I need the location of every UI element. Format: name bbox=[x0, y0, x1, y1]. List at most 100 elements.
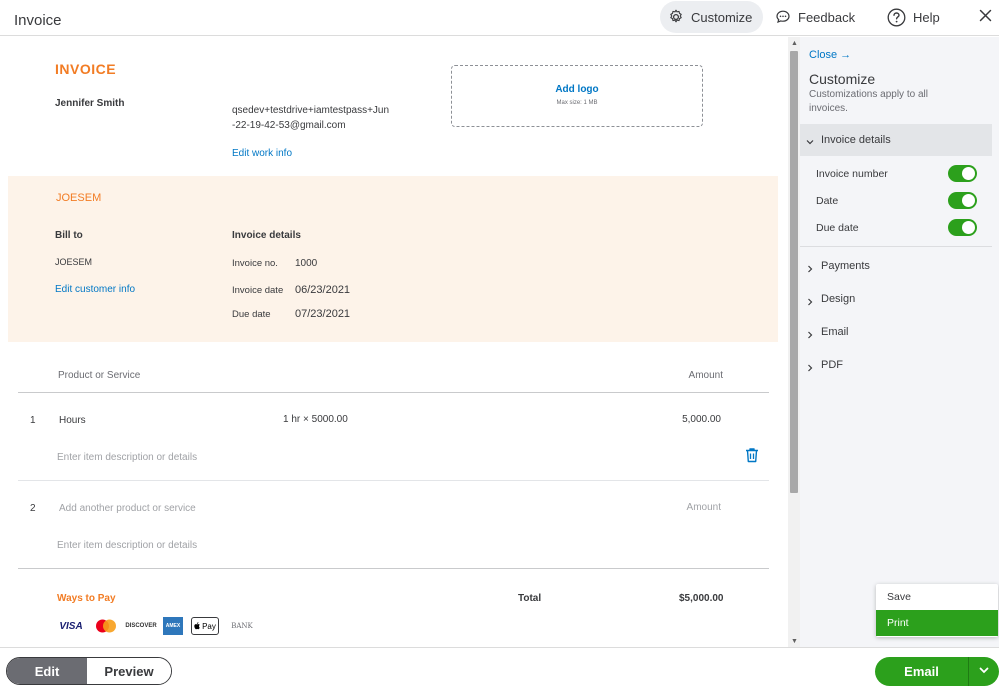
chevron-right-icon bbox=[805, 327, 815, 345]
toggle-label: Invoice number bbox=[816, 168, 888, 180]
section-label: Design bbox=[821, 293, 856, 305]
section-label: Invoice details bbox=[821, 134, 891, 146]
invoice-date-value[interactable]: 06/23/2021 bbox=[295, 284, 350, 296]
menu-item-print[interactable]: Print bbox=[876, 610, 998, 636]
chevron-down-icon bbox=[978, 663, 990, 681]
help-label: Help bbox=[913, 9, 940, 25]
toggle-label: Date bbox=[816, 195, 839, 207]
visa-icon: VISA bbox=[59, 620, 83, 632]
invoice-canvas: INVOICE Jennifer Smith qsedev+testdrive+… bbox=[0, 37, 788, 647]
bill-to-label: Bill to bbox=[55, 230, 83, 241]
company-name[interactable]: Jennifer Smith bbox=[55, 98, 124, 109]
section-payments[interactable]: Payments bbox=[800, 257, 992, 277]
customize-label: Customize bbox=[691, 9, 753, 25]
customize-panel: Close → Customize Customizations apply t… bbox=[800, 37, 999, 647]
panel-subtitle: Customizations apply to all invoices. bbox=[809, 89, 928, 114]
due-date-label: Due date bbox=[232, 309, 271, 320]
edit-preview-toggle: Edit Preview bbox=[6, 657, 172, 685]
section-pdf[interactable]: PDF bbox=[800, 356, 992, 376]
line-product[interactable]: Hours bbox=[59, 415, 86, 426]
chevron-right-icon bbox=[805, 261, 815, 279]
email-split-button: Email bbox=[875, 657, 999, 686]
close-panel-link[interactable]: Close → bbox=[809, 49, 851, 61]
email-button[interactable]: Email bbox=[875, 657, 969, 686]
invoice-date-row[interactable]: Invoice date 06/23/2021 bbox=[232, 284, 350, 296]
bill-to-name: JOESEM bbox=[55, 257, 93, 267]
line-number: 2 bbox=[30, 503, 36, 514]
toggle-label: Due date bbox=[816, 222, 859, 234]
preview-mode-button[interactable]: Preview bbox=[87, 658, 171, 684]
customize-button[interactable]: Customize bbox=[660, 1, 763, 33]
edit-work-info-link[interactable]: Edit work info bbox=[232, 148, 292, 159]
mastercard-icon bbox=[93, 617, 119, 635]
invoice-number-toggle[interactable] bbox=[948, 165, 977, 182]
line-amount[interactable]: 5,000.00 bbox=[682, 414, 721, 425]
payment-methods[interactable]: VISA DISCOVER AMEX Pay BANK bbox=[57, 617, 257, 635]
feedback-button[interactable]: Feedback bbox=[775, 0, 855, 34]
logo-max-size: Max size: 1 MB bbox=[556, 100, 598, 106]
trash-icon[interactable] bbox=[745, 447, 759, 468]
edit-customer-info-link[interactable]: Edit customer info bbox=[55, 284, 135, 295]
ways-to-pay-label: Ways to Pay bbox=[57, 593, 116, 604]
scrollbar-thumb[interactable] bbox=[790, 51, 798, 493]
line-quantity-rate[interactable]: 1 hr × 5000.00 bbox=[283, 414, 348, 425]
gear-icon bbox=[668, 9, 684, 25]
line-items-header: Product or Service Amount bbox=[18, 367, 769, 393]
question-circle-icon bbox=[887, 8, 906, 27]
discover-icon: DISCOVER bbox=[125, 623, 157, 629]
invoice-number-row[interactable]: Invoice no. 1000 bbox=[232, 258, 317, 269]
column-amount: Amount bbox=[688, 370, 723, 381]
chevron-right-icon bbox=[805, 294, 815, 312]
column-product: Product or Service bbox=[58, 370, 141, 381]
company-email[interactable]: qsedev+testdrive+iamtestpass+Jun-22-19-4… bbox=[232, 103, 392, 133]
section-label: Email bbox=[821, 326, 849, 338]
add-logo-box[interactable]: Add logo Max size: 1 MB bbox=[451, 65, 703, 127]
customer-name-heading[interactable]: JOESEM bbox=[56, 192, 101, 204]
section-email[interactable]: Email bbox=[800, 323, 992, 343]
edit-mode-button[interactable]: Edit bbox=[7, 658, 87, 684]
total-value: $5,000.00 bbox=[679, 593, 724, 604]
vertical-scrollbar[interactable]: ▲ ▼ bbox=[788, 37, 800, 647]
scroll-down-icon[interactable]: ▼ bbox=[791, 638, 798, 645]
add-product-input[interactable]: Add another product or service bbox=[59, 503, 196, 514]
section-label: Payments bbox=[821, 260, 870, 272]
table-row[interactable]: 1 Hours 1 hr × 5000.00 5,000.00 Enter it… bbox=[18, 409, 769, 481]
invoice-date-label: Invoice date bbox=[232, 285, 284, 296]
line-description-input[interactable]: Enter item description or details bbox=[57, 452, 197, 463]
table-row[interactable]: 2 Add another product or service Amount … bbox=[18, 497, 769, 569]
date-toggle[interactable] bbox=[948, 192, 977, 209]
chat-bubble-icon bbox=[775, 9, 791, 25]
invoice-details-title: Invoice details bbox=[232, 230, 301, 241]
toggle-row-date: Date bbox=[816, 192, 977, 212]
customer-section: JOESEM Bill to JOESEM Edit customer info… bbox=[8, 176, 778, 342]
divider bbox=[800, 246, 992, 247]
scroll-up-icon[interactable]: ▲ bbox=[791, 40, 798, 47]
email-options-menu: Save Print bbox=[876, 584, 998, 637]
add-logo-label: Add logo bbox=[555, 84, 599, 95]
close-icon bbox=[979, 9, 992, 25]
close-window-button[interactable] bbox=[979, 0, 992, 34]
panel-title: Customize bbox=[809, 71, 876, 87]
due-date-row[interactable]: Due date 07/23/2021 bbox=[232, 308, 350, 320]
toggle-row-due-date: Due date bbox=[816, 219, 977, 239]
menu-item-save[interactable]: Save bbox=[876, 584, 998, 610]
line-description-input[interactable]: Enter item description or details bbox=[57, 540, 197, 551]
amount-input[interactable]: Amount bbox=[687, 502, 721, 513]
toggle-row-invoice-number: Invoice number bbox=[816, 165, 977, 185]
due-date-toggle[interactable] bbox=[948, 219, 977, 236]
invoice-number-label: Invoice no. bbox=[232, 258, 278, 269]
due-date-value[interactable]: 07/23/2021 bbox=[295, 308, 350, 320]
chevron-right-icon bbox=[805, 360, 815, 378]
amex-icon: AMEX bbox=[163, 617, 183, 635]
feedback-label: Feedback bbox=[798, 9, 856, 25]
invoice-title: INVOICE bbox=[55, 61, 117, 77]
bottom-bar: Edit Preview Email bbox=[0, 647, 999, 690]
help-button[interactable]: Help bbox=[887, 0, 940, 34]
bank-icon: BANK bbox=[231, 622, 253, 630]
section-invoice-details[interactable]: Invoice details bbox=[800, 124, 992, 156]
invoice-number-value[interactable]: 1000 bbox=[295, 258, 317, 269]
page-title: Invoice bbox=[14, 12, 62, 29]
line-number: 1 bbox=[30, 415, 36, 426]
section-design[interactable]: Design bbox=[800, 290, 992, 310]
email-dropdown-toggle[interactable] bbox=[969, 657, 999, 686]
